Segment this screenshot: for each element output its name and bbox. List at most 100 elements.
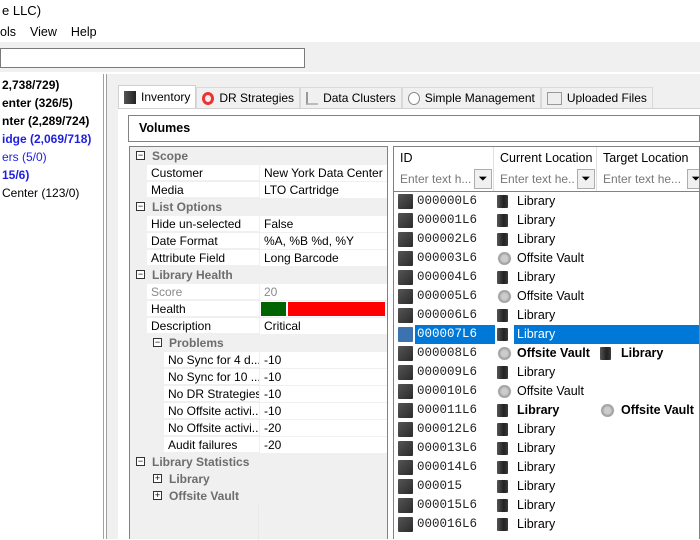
tab-data-clusters[interactable]: Data Clusters (300, 87, 402, 108)
menu-help[interactable]: Help (64, 22, 104, 42)
library-icon (497, 366, 508, 379)
property-value[interactable]: Critical (259, 318, 387, 334)
collapse-icon[interactable]: − (136, 202, 145, 211)
table-row[interactable]: 000012L6 Library (394, 420, 699, 439)
property-value[interactable]: 20 (259, 284, 387, 300)
tree-item[interactable]: 15/6) (0, 166, 103, 184)
property-category[interactable]: − Library Health (130, 267, 387, 284)
table-row[interactable]: 000010L6 Offsite Vault (394, 382, 699, 401)
table-row[interactable]: 000002L6 Library (394, 230, 699, 249)
library-icon (497, 214, 508, 227)
current-location: Offsite Vault (517, 384, 584, 398)
filter-icon[interactable]: ⏷ (474, 169, 492, 189)
property-label: Media (147, 182, 259, 198)
current-location: Library (517, 194, 556, 208)
volume-id: 000002L6 (417, 232, 478, 246)
health-good (261, 302, 286, 316)
tab-label: Simple Management (424, 91, 535, 105)
volume-icon (398, 251, 413, 266)
menu-tools[interactable]: ols (0, 22, 23, 42)
current-location: Library (517, 517, 556, 531)
table-row[interactable]: 000015 Library (394, 477, 699, 496)
menu-view[interactable]: View (23, 22, 64, 42)
category-label: Problems (169, 336, 224, 350)
property-value[interactable]: -10 (259, 352, 387, 368)
current-location: Library (517, 422, 556, 436)
expand-icon[interactable]: + (153, 491, 162, 500)
property-label: No Offsite activi... (164, 403, 259, 419)
table-row[interactable]: 000006L6 Library (394, 306, 699, 325)
property-value[interactable]: -10 (259, 369, 387, 385)
library-icon (497, 461, 508, 474)
library-icon (497, 328, 508, 341)
property-value[interactable]: LTO Cartridge (259, 182, 387, 198)
property-value[interactable]: False (259, 216, 387, 232)
volume-id: 000013L6 (417, 441, 478, 455)
table-row[interactable]: 000013L6 Library (394, 439, 699, 458)
table-row[interactable]: 000014L6 Library (394, 458, 699, 477)
tree-item[interactable]: enter (326/5) (0, 94, 103, 112)
tree-item[interactable]: Center (123/0) (0, 184, 103, 202)
property-value[interactable]: New York Data Center (259, 165, 387, 181)
property-value[interactable]: -20 (259, 420, 387, 436)
property-row: Hide un-selected False (130, 216, 387, 233)
tree-item[interactable]: nter (2,289/724) (0, 112, 103, 130)
expand-icon[interactable]: + (153, 474, 162, 483)
property-row: Score 20 (130, 284, 387, 301)
tab-uploaded-files[interactable]: Uploaded Files (540, 87, 653, 108)
filter-input[interactable]: Enter text he... (599, 169, 685, 189)
tree-item[interactable]: ers (5/0) (0, 148, 103, 166)
table-row[interactable]: 000009L6 Library (394, 363, 699, 382)
property-value[interactable]: Long Barcode (259, 250, 387, 266)
property-label: Date Format (147, 233, 259, 249)
property-category[interactable]: − List Options (130, 199, 387, 216)
library-icon (497, 271, 508, 284)
table-row[interactable]: 000004L6 Library (394, 268, 699, 287)
property-grid: − Scope Customer New York Data Center Media L… (129, 146, 388, 540)
collapse-icon[interactable]: − (153, 338, 162, 347)
library-icon (497, 233, 508, 246)
table-row[interactable]: 000001L6 Library (394, 211, 699, 230)
table-row[interactable]: 000005L6 Offsite Vault (394, 287, 699, 306)
table-row[interactable]: 000008L6 Offsite Vault Library (394, 344, 699, 363)
property-value[interactable]: -20 (259, 437, 387, 453)
table-row[interactable]: 000011L6 Library Offsite Vault (394, 401, 699, 420)
collapse-icon[interactable]: − (136, 457, 145, 466)
filter-icon[interactable]: ⏷ (577, 169, 595, 189)
window-icon (546, 91, 562, 105)
property-category[interactable]: − Library Statistics (130, 454, 387, 471)
volume-icon (398, 308, 413, 323)
tab-simple-management[interactable]: Simple Management (401, 87, 541, 108)
tree-item[interactable]: idge (2,069/718) (0, 130, 103, 148)
property-row: Attribute Field Long Barcode (130, 250, 387, 267)
property-value[interactable]: -10 (259, 386, 387, 402)
property-category[interactable]: + Library (130, 471, 387, 488)
property-category[interactable]: + Offsite Vault (130, 488, 387, 505)
filter-icon[interactable]: ⏷ (687, 169, 699, 189)
tree-item[interactable]: 2,738/729) (0, 76, 103, 94)
column-header-current-location[interactable]: Current Location Enter text he... ⏷ (494, 147, 597, 191)
property-value[interactable]: %A, %B %d, %Y (259, 233, 387, 249)
volume-id: 000015 (417, 479, 463, 493)
menu-bar: ols View Help (0, 22, 104, 42)
column-header-target-location[interactable]: Target Location Enter text he... ⏷ (597, 147, 699, 191)
tab-dr-strategies[interactable]: DR Strategies (196, 87, 301, 108)
collapse-icon[interactable]: − (136, 270, 145, 279)
tab-label: Data Clusters (323, 91, 396, 105)
table-row[interactable]: 000016L6 Library (394, 515, 699, 534)
tab-inventory[interactable]: Inventory (118, 85, 197, 108)
table-row[interactable]: 000015L6 Library (394, 496, 699, 515)
property-category[interactable]: − Problems (130, 335, 387, 352)
volume-id: 000011L6 (417, 403, 478, 417)
search-input[interactable] (0, 48, 305, 68)
property-value[interactable]: -10 (259, 403, 387, 419)
collapse-icon[interactable]: − (136, 151, 145, 160)
filter-input[interactable]: Enter text he... (496, 169, 575, 189)
table-row[interactable]: 000003L6 Offsite Vault (394, 249, 699, 268)
column-header-id[interactable]: ID Enter text h... ⏷ (394, 147, 494, 191)
vault-icon (497, 252, 512, 265)
property-category[interactable]: − Scope (130, 148, 387, 165)
table-row[interactable]: 000007L6 Library (394, 325, 699, 344)
filter-input[interactable]: Enter text h... (396, 169, 472, 189)
table-row[interactable]: 000000L6 Library (394, 192, 699, 211)
